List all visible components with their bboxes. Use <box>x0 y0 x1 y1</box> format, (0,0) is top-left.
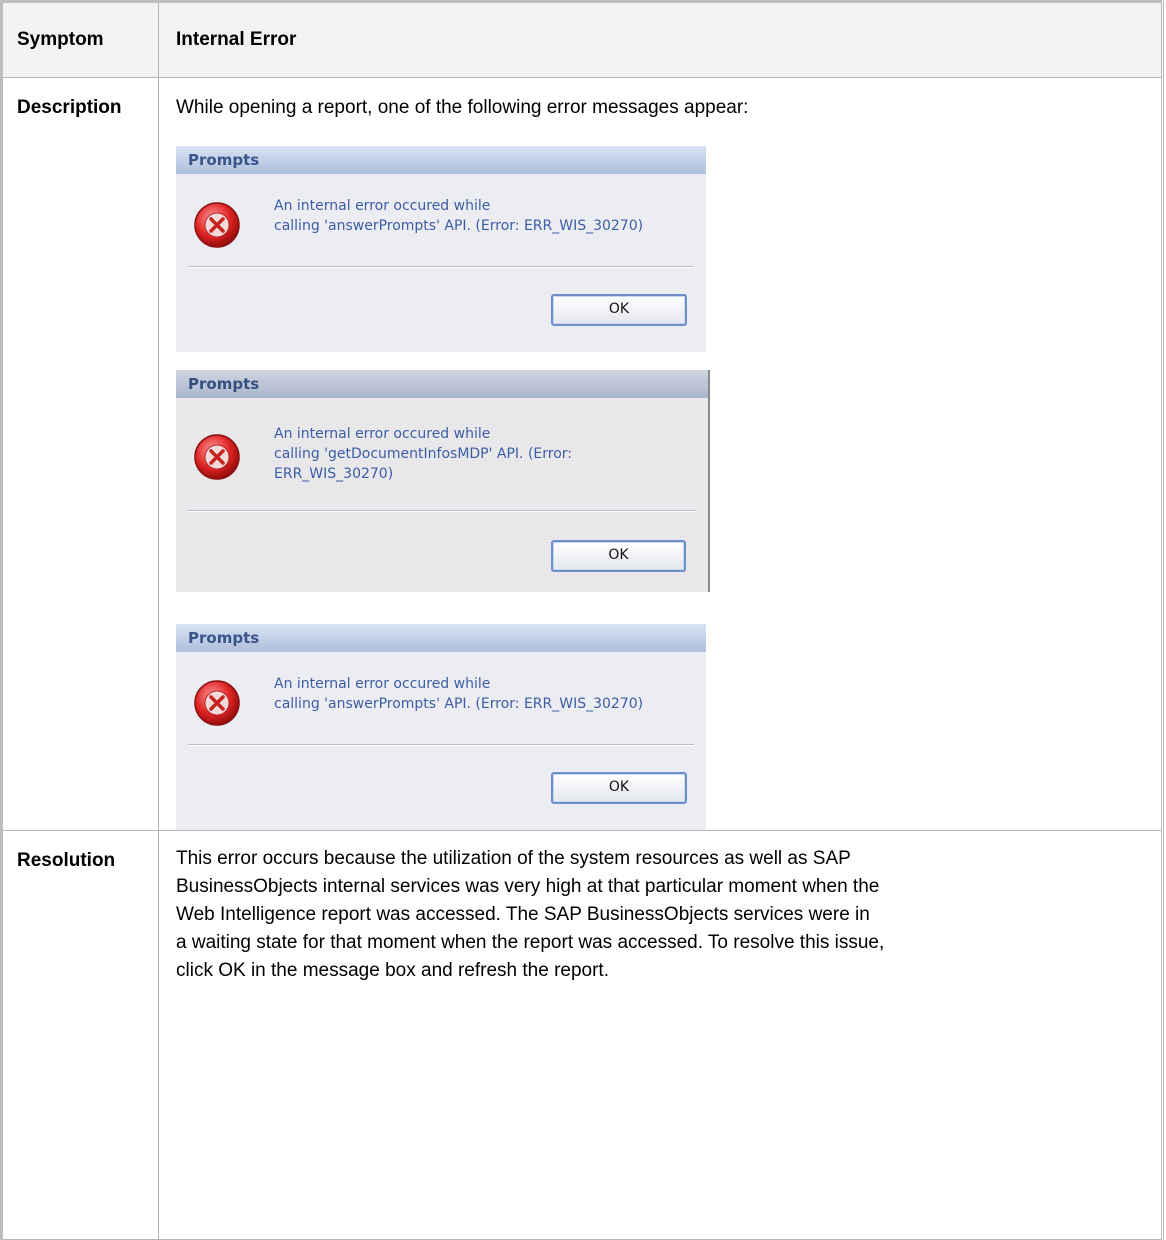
dialog-separator <box>188 744 694 746</box>
ok-button[interactable]: OK <box>551 540 686 572</box>
symptom-value: Internal Error <box>158 0 1164 78</box>
error-x-icon <box>194 680 240 726</box>
ok-button[interactable]: OK <box>551 294 687 326</box>
description-label: Description <box>0 77 159 831</box>
dialog-separator <box>188 266 694 268</box>
description-text: While opening a report, one of the follo… <box>176 97 749 118</box>
symptom-label: Symptom <box>0 0 159 78</box>
resolution-row: Resolution This error occurs because the… <box>0 830 1164 1240</box>
description-cell: While opening a report, one of the follo… <box>158 77 1164 831</box>
dialog-title: Prompts <box>176 146 706 174</box>
resolution-label: Resolution <box>0 830 159 1240</box>
resolution-text: This error occurs because the utilizatio… <box>158 830 1164 1240</box>
description-row: Description While opening a report, one … <box>0 77 1164 831</box>
dialog-title: Prompts <box>176 624 706 652</box>
dialog-message: An internal error occured while calling … <box>274 676 644 712</box>
error-x-icon <box>194 434 240 480</box>
error-dialog-screenshot-1: Prompts An internal error occured while … <box>176 146 706 352</box>
error-dialog-screenshot-2: Prompts An internal error occured while … <box>176 370 710 592</box>
troubleshooting-table: Symptom Internal Error Description While… <box>0 0 1164 1240</box>
error-dialog-screenshot-3: Prompts An internal error occured while … <box>176 624 706 830</box>
ok-button[interactable]: OK <box>551 772 687 804</box>
dialog-title: Prompts <box>176 370 708 398</box>
dialog-separator <box>188 510 696 512</box>
dialog-message: An internal error occured while calling … <box>274 426 573 482</box>
dialog-message: An internal error occured while calling … <box>274 198 644 234</box>
error-x-icon <box>194 202 240 248</box>
header-row: Symptom Internal Error <box>0 0 1164 78</box>
